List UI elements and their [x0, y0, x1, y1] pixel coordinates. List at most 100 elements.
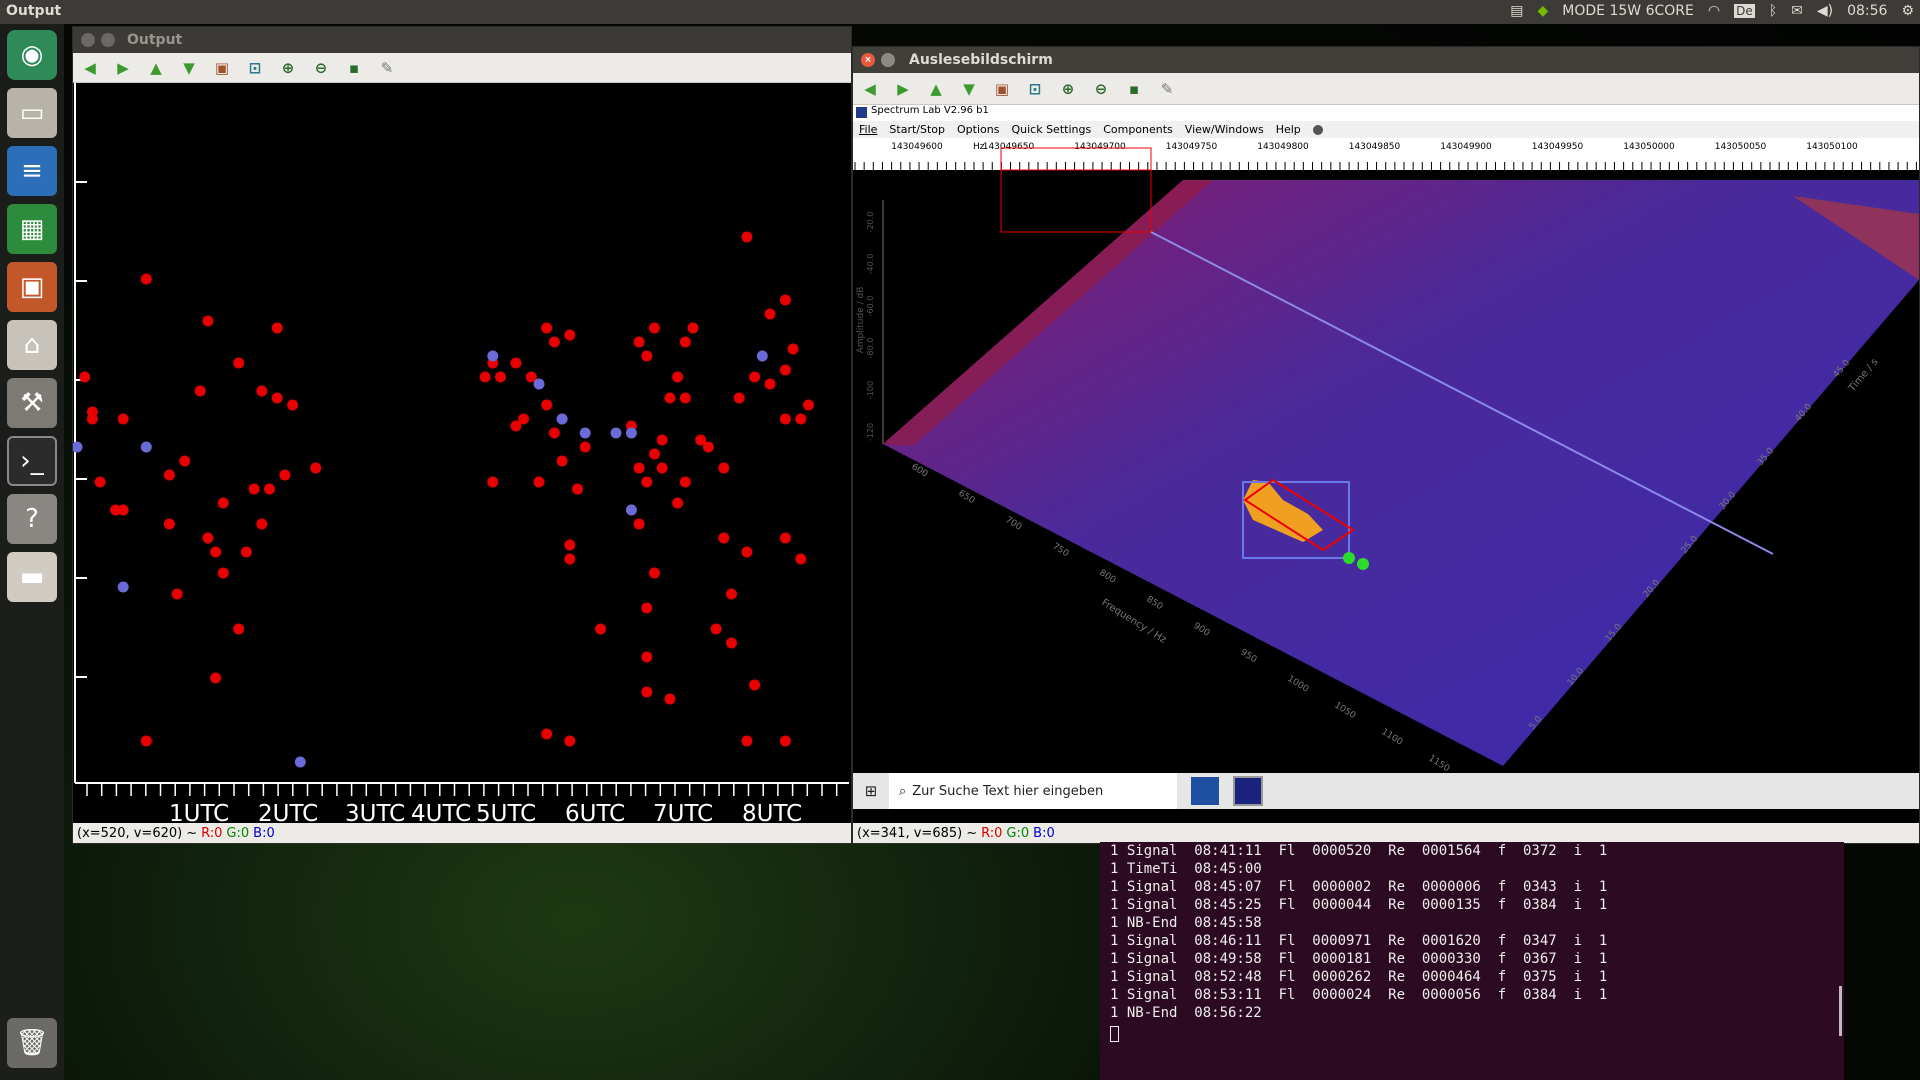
clipboard-icon[interactable]: ▤ [1510, 3, 1523, 19]
record-indicator-icon[interactable] [1312, 124, 1323, 135]
forward-arrow-icon[interactable]: ▶ [892, 78, 914, 100]
menu-options[interactable]: Options [957, 123, 999, 136]
back-arrow-icon[interactable]: ◀ [79, 57, 101, 79]
down-arrow-icon[interactable]: ▼ [958, 78, 980, 100]
minimize-button[interactable] [101, 33, 115, 47]
keyboard-layout[interactable]: De [1734, 4, 1755, 18]
red-data-point [633, 462, 645, 474]
brush-icon[interactable]: ✎ [376, 57, 398, 79]
red-data-point [564, 553, 576, 565]
red-data-point [86, 413, 98, 425]
software-icon[interactable]: ⌂ [7, 320, 57, 370]
disk-icon[interactable]: ▬ [7, 552, 57, 602]
spectrum-title: Spectrum Lab V2.96 b1 [871, 105, 989, 116]
spectrum-task-icon[interactable] [1233, 776, 1263, 806]
red-data-point [779, 364, 791, 376]
output-titlebar[interactable]: Output [73, 27, 851, 53]
x-tick-label: 6UTC [565, 801, 625, 825]
zoom-out-icon[interactable]: ⊖ [1090, 78, 1112, 100]
freq-tick-label: 143050000 [1623, 142, 1675, 152]
impress-icon[interactable]: ▣ [7, 262, 57, 312]
red-data-point [572, 483, 583, 495]
calculator-task-icon[interactable] [1191, 777, 1219, 805]
forward-arrow-icon[interactable]: ▶ [112, 57, 134, 79]
up-arrow-icon[interactable]: ▲ [925, 78, 947, 100]
terminal-icon[interactable]: ›_ [7, 436, 57, 486]
red-data-point [779, 735, 791, 747]
terminal-window[interactable]: 1 Signal 08:41:11 Fl 0000520 Re 0001564 … [1100, 842, 1844, 1080]
scatter-plot[interactable]: 1UTC 2UTC 3UTC 4UTC 5UTC 6UTC 7UTC 8UTC [73, 83, 851, 825]
fit-icon[interactable]: ⊡ [244, 57, 266, 79]
red-data-point [564, 735, 576, 747]
waterfall-3d-plot[interactable]: Amplitude / dB -20.0 -40.0 -60.0 -80.0 -100 -1… [853, 170, 1919, 784]
menu-view-windows[interactable]: View/Windows [1185, 123, 1264, 136]
search-placeholder: Zur Suche Text hier eingeben [912, 783, 1104, 799]
menu-quick-settings[interactable]: Quick Settings [1011, 123, 1091, 136]
up-arrow-icon[interactable]: ▲ [145, 57, 167, 79]
zoom-in-icon[interactable]: ⊕ [277, 57, 299, 79]
image-icon[interactable]: ▣ [211, 57, 233, 79]
terminal-scrollbar[interactable] [1839, 986, 1842, 1036]
g-value: G:0 [1006, 825, 1030, 841]
menu-help[interactable]: Help [1276, 123, 1301, 136]
fit-icon[interactable]: ⊡ [1024, 78, 1046, 100]
close-button[interactable]: × [861, 53, 875, 67]
save-icon[interactable]: ▪ [343, 57, 365, 79]
spectrum-app-icon [856, 107, 867, 118]
amp-tick-label: -20.0 [866, 212, 875, 233]
power-mode-label[interactable]: MODE 15W 6CORE [1562, 3, 1694, 19]
freq-axis-tick: 900 [1191, 621, 1211, 639]
amp-tick-label: -60.0 [866, 296, 875, 317]
red-data-point [641, 651, 653, 663]
gear-icon[interactable]: ⚙ [1901, 3, 1914, 19]
bluetooth-icon[interactable]: ᛒ [1769, 3, 1777, 19]
red-data-point [495, 371, 506, 383]
clock[interactable]: 08:56 [1847, 3, 1887, 19]
freq-axis-tick: 1000 [1285, 674, 1310, 695]
image-icon[interactable]: ▣ [991, 78, 1013, 100]
windows-search-box[interactable]: ⌕ Zur Suche Text hier eingeben [889, 773, 1177, 809]
ubuntu-home-icon[interactable]: ◉ [7, 30, 57, 80]
red-data-point [687, 322, 699, 334]
volume-icon[interactable]: ◀) [1817, 3, 1833, 19]
red-data-point [271, 392, 283, 404]
menu-components[interactable]: Components [1103, 123, 1173, 136]
frequency-scale[interactable]: 143049600 143049650 143049700 143049750 1430… [853, 138, 1919, 170]
trash-icon[interactable]: 🗑 [7, 1018, 57, 1068]
red-data-point [718, 532, 730, 544]
red-data-point [633, 336, 645, 348]
blue-data-point [579, 427, 591, 439]
menu-startstop[interactable]: Start/Stop [889, 123, 945, 136]
red-data-point [279, 469, 291, 481]
writer-icon[interactable]: ≡ [7, 146, 57, 196]
save-icon[interactable]: ▪ [1123, 78, 1145, 100]
mail-icon[interactable]: ✉ [1791, 3, 1803, 19]
calc-icon[interactable]: ▦ [7, 204, 57, 254]
windows-start-icon[interactable]: ⊞ [853, 782, 889, 800]
help-icon[interactable]: ? [7, 494, 57, 544]
zoom-out-icon[interactable]: ⊖ [310, 57, 332, 79]
red-data-point [702, 441, 714, 453]
down-arrow-icon[interactable]: ▼ [178, 57, 200, 79]
red-data-point [179, 455, 191, 467]
zoom-in-icon[interactable]: ⊕ [1057, 78, 1079, 100]
freq-axis-tick: 1150 [1426, 754, 1451, 775]
active-app-title: Output [6, 3, 62, 19]
red-data-point [202, 532, 214, 544]
auslese-titlebar[interactable]: × Auslesebildschirm [853, 47, 1919, 73]
brush-icon[interactable]: ✎ [1156, 78, 1178, 100]
menu-file[interactable]: File [859, 123, 877, 136]
settings-icon[interactable]: ⚒ [7, 378, 57, 428]
wifi-icon[interactable]: ◠ [1708, 3, 1720, 19]
freq-axis-tick: 950 [1238, 648, 1258, 666]
blue-data-point [73, 441, 83, 453]
files-icon[interactable]: ▭ [7, 88, 57, 138]
minimize-button[interactable] [881, 53, 895, 67]
close-button[interactable] [81, 33, 95, 47]
nvidia-icon[interactable]: ◆ [1538, 3, 1549, 19]
red-data-point [710, 623, 722, 635]
back-arrow-icon[interactable]: ◀ [859, 78, 881, 100]
waterfall-surface [883, 180, 1919, 766]
red-data-point [256, 518, 268, 530]
auslese-statusbar: (x=341, v=685) ~ R:0 G:0 B:0 [853, 823, 1919, 843]
